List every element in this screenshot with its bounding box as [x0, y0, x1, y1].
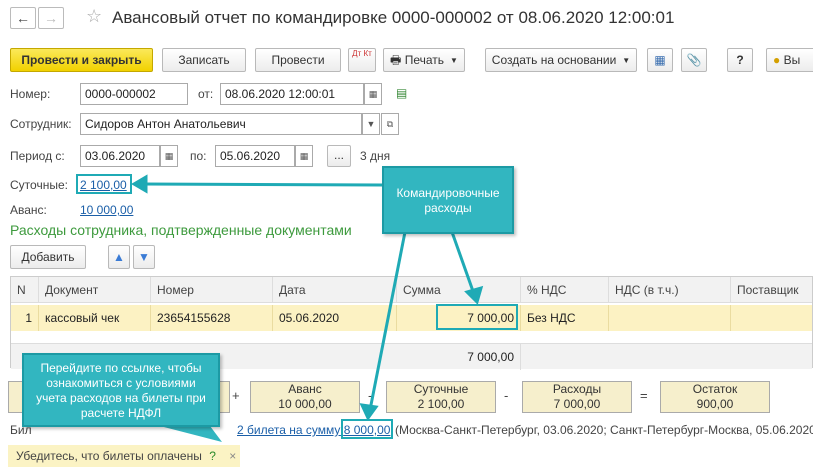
arrowhead-tickets	[359, 403, 379, 421]
arrow-to-tickets	[368, 231, 407, 411]
arrowhead-sum	[464, 285, 484, 305]
callout-tail	[160, 426, 222, 442]
arrow-to-sum	[450, 231, 476, 295]
tickets-hint-callout: Перейдите по ссылке, чтобы ознакомиться …	[22, 353, 220, 427]
arrowhead-per-diem	[131, 174, 148, 194]
business-trip-callout: Командировочные расходы	[382, 166, 514, 234]
arrow-to-per-diem	[141, 182, 383, 187]
